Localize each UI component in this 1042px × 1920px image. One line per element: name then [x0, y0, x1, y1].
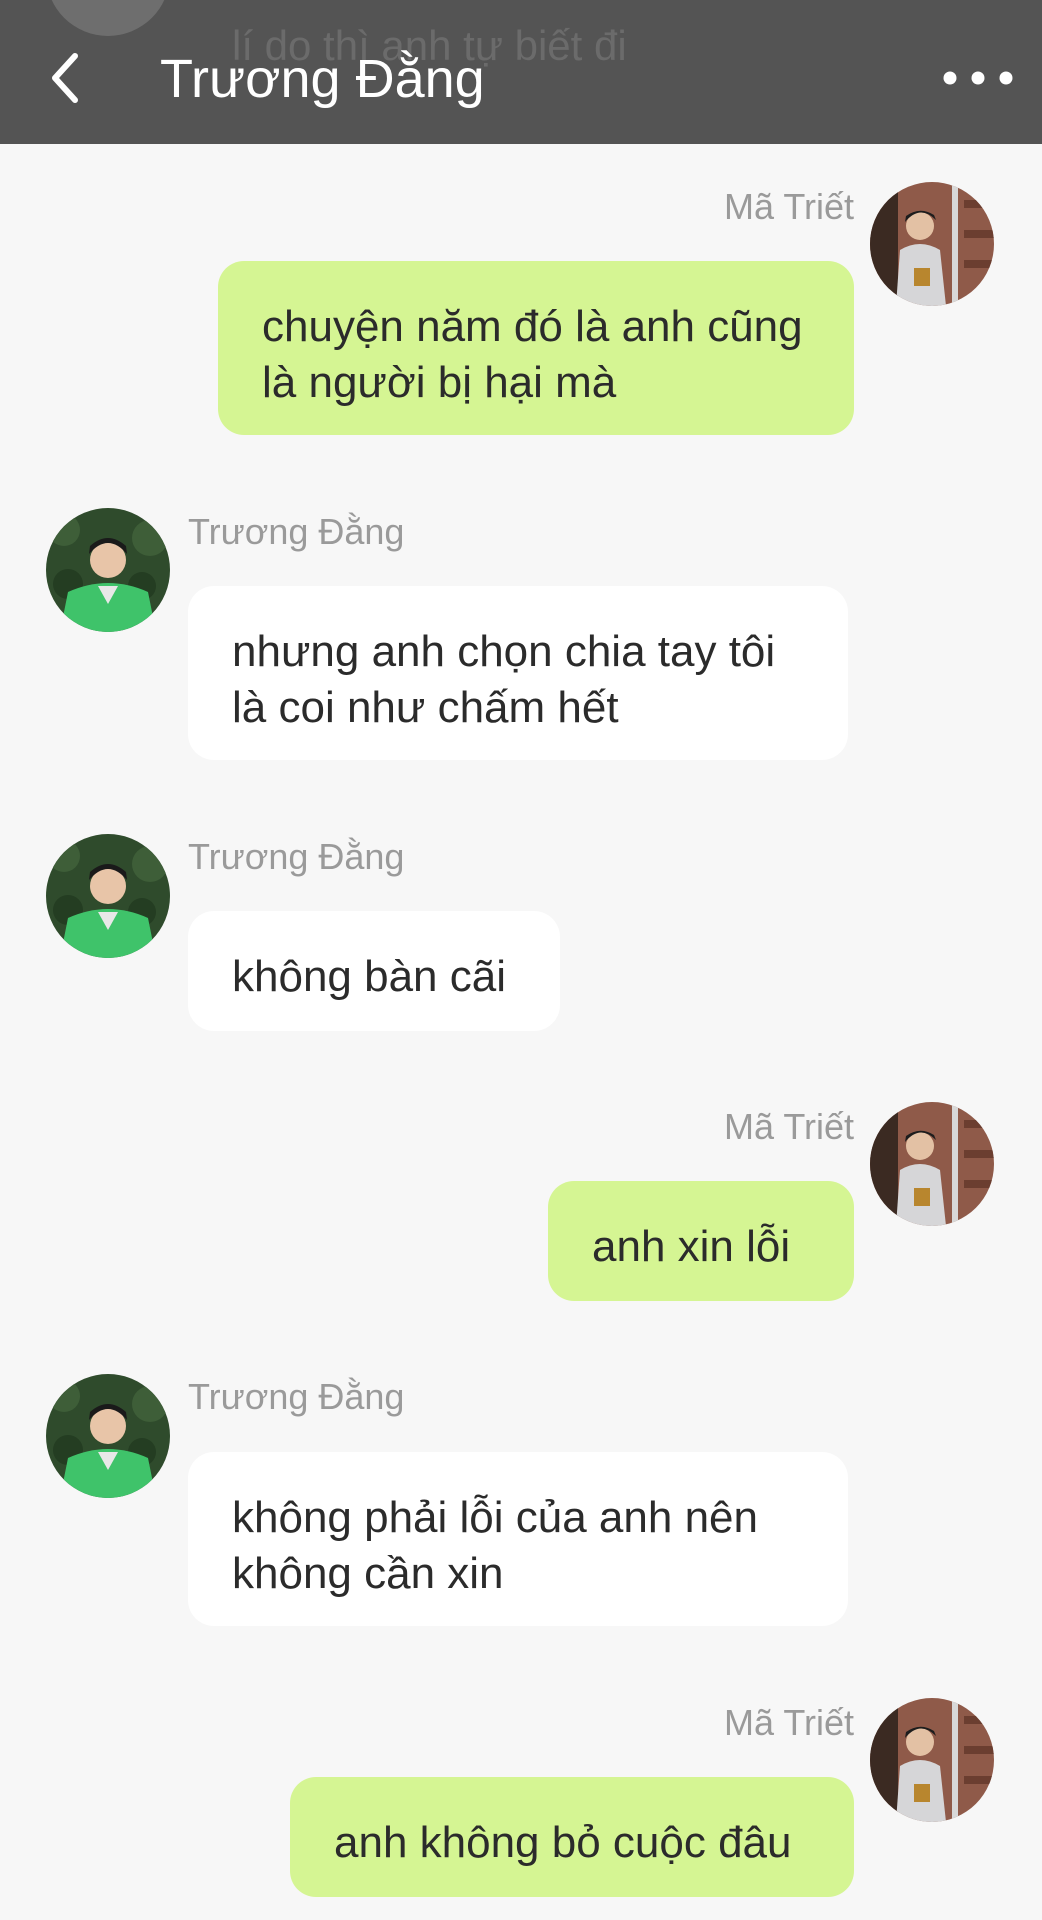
chevron-left-icon [52, 53, 78, 103]
sender-name: Trương Đằng [188, 836, 405, 877]
avatar-truong-dang[interactable] [46, 834, 170, 958]
avatar-ma-triet[interactable] [870, 1698, 994, 1822]
back-button[interactable] [30, 38, 100, 118]
sender-name: Trương Đằng [188, 511, 405, 552]
avatar-ma-triet[interactable] [870, 182, 994, 306]
message-bubble-incoming[interactable]: nhưng anh chọn chia tay tôi là coi như c… [188, 586, 848, 760]
avatar-ma-triet[interactable] [870, 1102, 994, 1226]
chat-screen: lí do thì anh tự biết đi Trương Đằng Mã … [0, 0, 1042, 1920]
message-bubble-outgoing[interactable]: anh không bỏ cuộc đâu [290, 1777, 854, 1897]
sender-name: Mã Triết [723, 1106, 854, 1147]
avatar-truong-dang[interactable] [46, 508, 170, 632]
sender-name: Mã Triết [723, 186, 854, 227]
scrolled-avatar [46, 0, 170, 36]
sender-name: Mã Triết [723, 1702, 854, 1743]
more-horizontal-icon [943, 71, 1013, 85]
avatar-truong-dang[interactable] [46, 1374, 170, 1498]
more-options-button[interactable] [936, 58, 1036, 98]
chat-header: lí do thì anh tự biết đi Trương Đằng [0, 0, 1042, 144]
message-bubble-outgoing[interactable]: anh xin lỗi [548, 1181, 854, 1301]
message-bubble-incoming[interactable]: không phải lỗi của anh nên không cần xin [188, 1452, 848, 1626]
chat-title: Trương Đằng [160, 49, 485, 109]
sender-name: Trương Đằng [188, 1376, 405, 1417]
message-bubble-incoming[interactable]: không bàn cãi [188, 911, 560, 1031]
message-bubble-outgoing[interactable]: chuyện năm đó là anh cũng là người bị hạ… [218, 261, 854, 435]
